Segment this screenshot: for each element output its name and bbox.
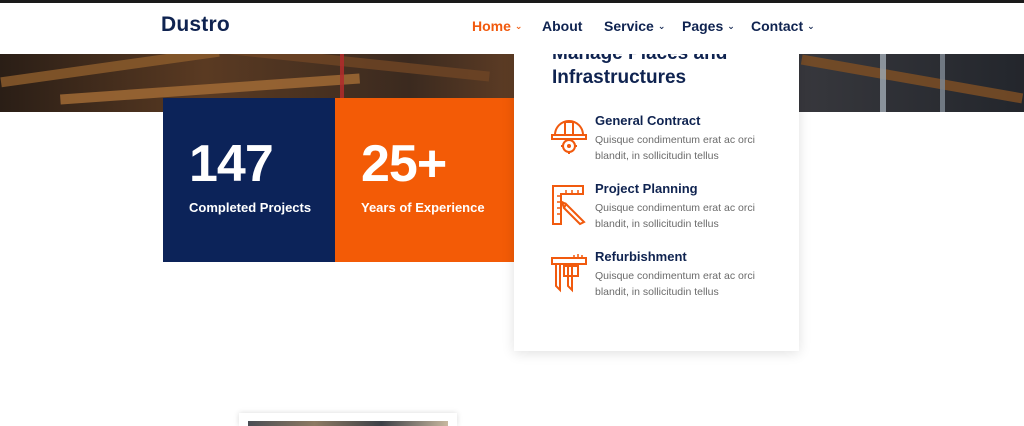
nav-item-label: Home <box>472 18 511 34</box>
nav-item-label: Contact <box>751 18 804 34</box>
service-project-planning[interactable]: Project Planning Quisque condimentum era… <box>550 181 790 240</box>
service-description: Quisque condimentum erat ac orci blandit… <box>595 134 755 162</box>
chevron-down-icon: ⌄ <box>727 20 735 31</box>
stat-label: Completed Projects <box>189 200 312 215</box>
card-image <box>248 421 448 426</box>
bottom-card-preview <box>239 413 457 426</box>
service-refurbishment[interactable]: Refurbishment Quisque condimentum erat a… <box>550 249 790 308</box>
stat-label: Years of Experience <box>361 200 485 215</box>
main-navbar: Dustro Home ⌄ About Service ⌄ Pages ⌄ Co… <box>0 3 1024 54</box>
service-name: Refurbishment <box>595 249 687 264</box>
caliper-icon <box>551 254 587 293</box>
service-description: Quisque condimentum erat ac orci blandit… <box>595 202 755 230</box>
nav-item-pages[interactable]: Pages ⌄ <box>682 18 735 34</box>
stat-value: 147 <box>189 135 274 193</box>
stat-value: 25+ <box>361 135 447 193</box>
nav-item-label: Pages <box>682 18 724 34</box>
chevron-down-icon: ⌄ <box>514 20 523 31</box>
nav-item-contact[interactable]: Contact ⌄ <box>751 18 815 34</box>
stat-years-experience: 25+ Years of Experience <box>335 98 514 262</box>
brand-logo[interactable]: Dustro <box>161 13 230 37</box>
services-card: Manage Places and Infrastructures Genera… <box>514 38 799 351</box>
chevron-down-icon: ⌄ <box>657 20 666 31</box>
nav-item-service[interactable]: Service ⌄ <box>604 18 665 34</box>
nav-item-label: About <box>542 18 583 34</box>
stat-completed-projects: 147 Completed Projects <box>163 98 335 262</box>
chevron-down-icon: ⌄ <box>807 20 815 31</box>
service-description: Quisque condimentum erat ac orci blandit… <box>595 270 755 298</box>
nav-item-home[interactable]: Home ⌄ <box>472 18 522 34</box>
service-name: General Contract <box>595 113 701 128</box>
service-name: Project Planning <box>595 181 698 196</box>
ruler-pencil-icon <box>552 185 586 226</box>
service-general-contract[interactable]: General Contract Quisque condimentum era… <box>550 113 790 172</box>
nav-item-label: Service <box>604 18 654 34</box>
hard-hat-gear-icon <box>551 120 587 154</box>
nav-item-about[interactable]: About <box>542 18 582 34</box>
